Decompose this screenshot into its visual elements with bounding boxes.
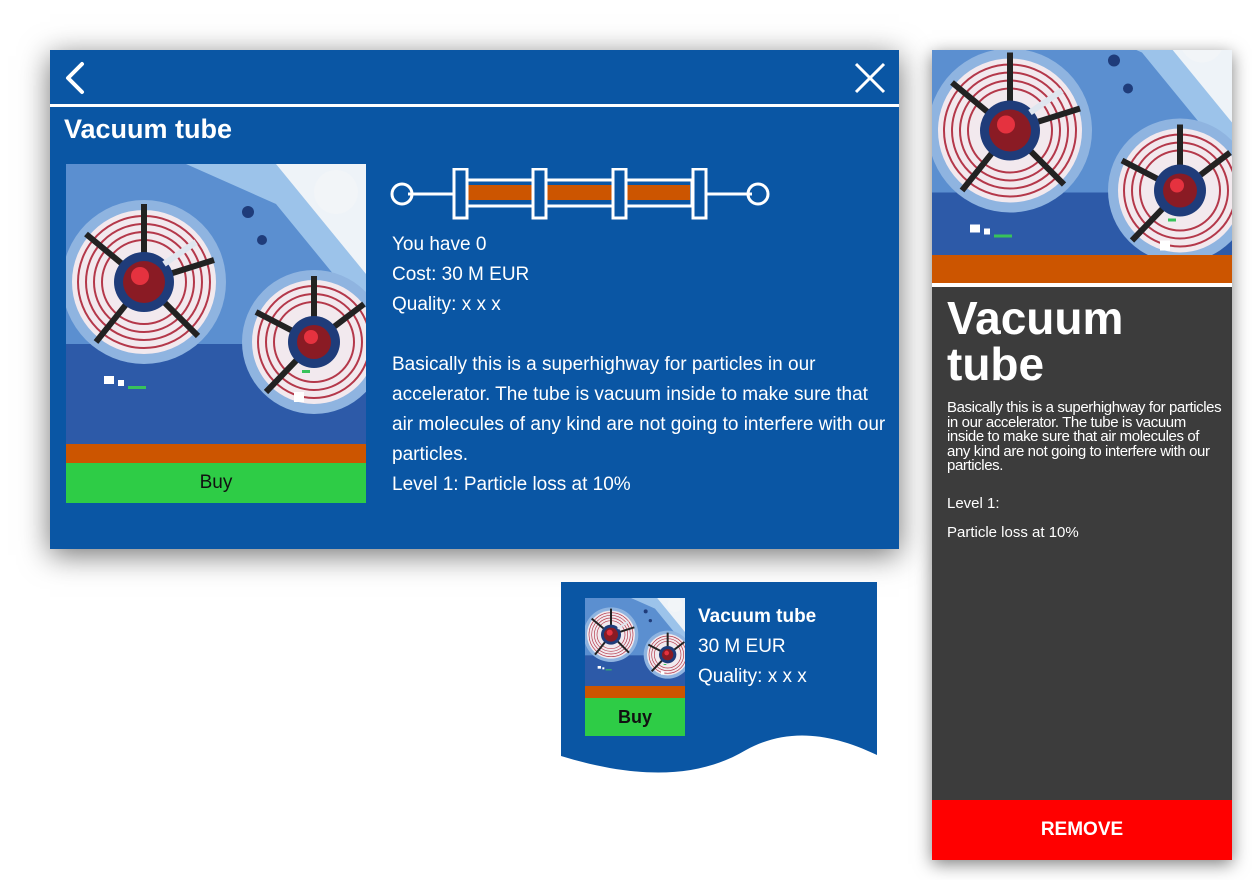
item-quality: Quality: x x x [392, 294, 501, 315]
card-category-bar [585, 686, 685, 698]
card-item-name: Vacuum tube [698, 606, 817, 627]
panel-title: Vacuum tube [947, 292, 1124, 390]
shop-card: Buy Vacuum tube 30 M EUR Quality: x x x [561, 582, 877, 778]
item-detail-dialog: Vacuum tube Buy You have 0 Cost: 30 M EU… [50, 50, 899, 549]
panel-item-image [932, 50, 1232, 255]
item-side-panel: Vacuum tube Basically this is a superhig… [932, 50, 1232, 860]
close-icon[interactable] [850, 58, 890, 98]
panel-level: Level 1: [947, 495, 1000, 512]
item-image [66, 164, 366, 444]
vacuum-tube-diagram-icon [388, 167, 773, 224]
item-description: Basically this is a superhighway for par… [392, 354, 886, 465]
owned-count: You have 0 [392, 234, 487, 255]
dialog-header [50, 50, 899, 107]
buy-button[interactable]: Buy [66, 463, 366, 503]
panel-description: Basically this is a superhighway for par… [947, 399, 1222, 474]
card-item-quality: Quality: x x x [698, 666, 807, 687]
dialog-title: Vacuum tube [64, 114, 233, 144]
card-item-image [585, 598, 685, 686]
item-level: Level 1: Particle loss at 10% [392, 474, 631, 495]
item-info: You have 0 Cost: 30 M EUR Quality: x x x… [392, 230, 887, 500]
item-cost: Cost: 30 M EUR [392, 264, 530, 285]
panel-particle-loss: Particle loss at 10% [947, 524, 1079, 541]
chevron-left-icon[interactable] [58, 58, 94, 98]
item-category-bar [66, 444, 366, 463]
card-info: Vacuum tube 30 M EUR Quality: x x x [698, 602, 816, 692]
remove-button[interactable]: REMOVE [932, 800, 1232, 860]
card-buy-button[interactable]: Buy [585, 698, 685, 736]
panel-category-bar [932, 255, 1232, 287]
card-item-price: 30 M EUR [698, 636, 786, 657]
